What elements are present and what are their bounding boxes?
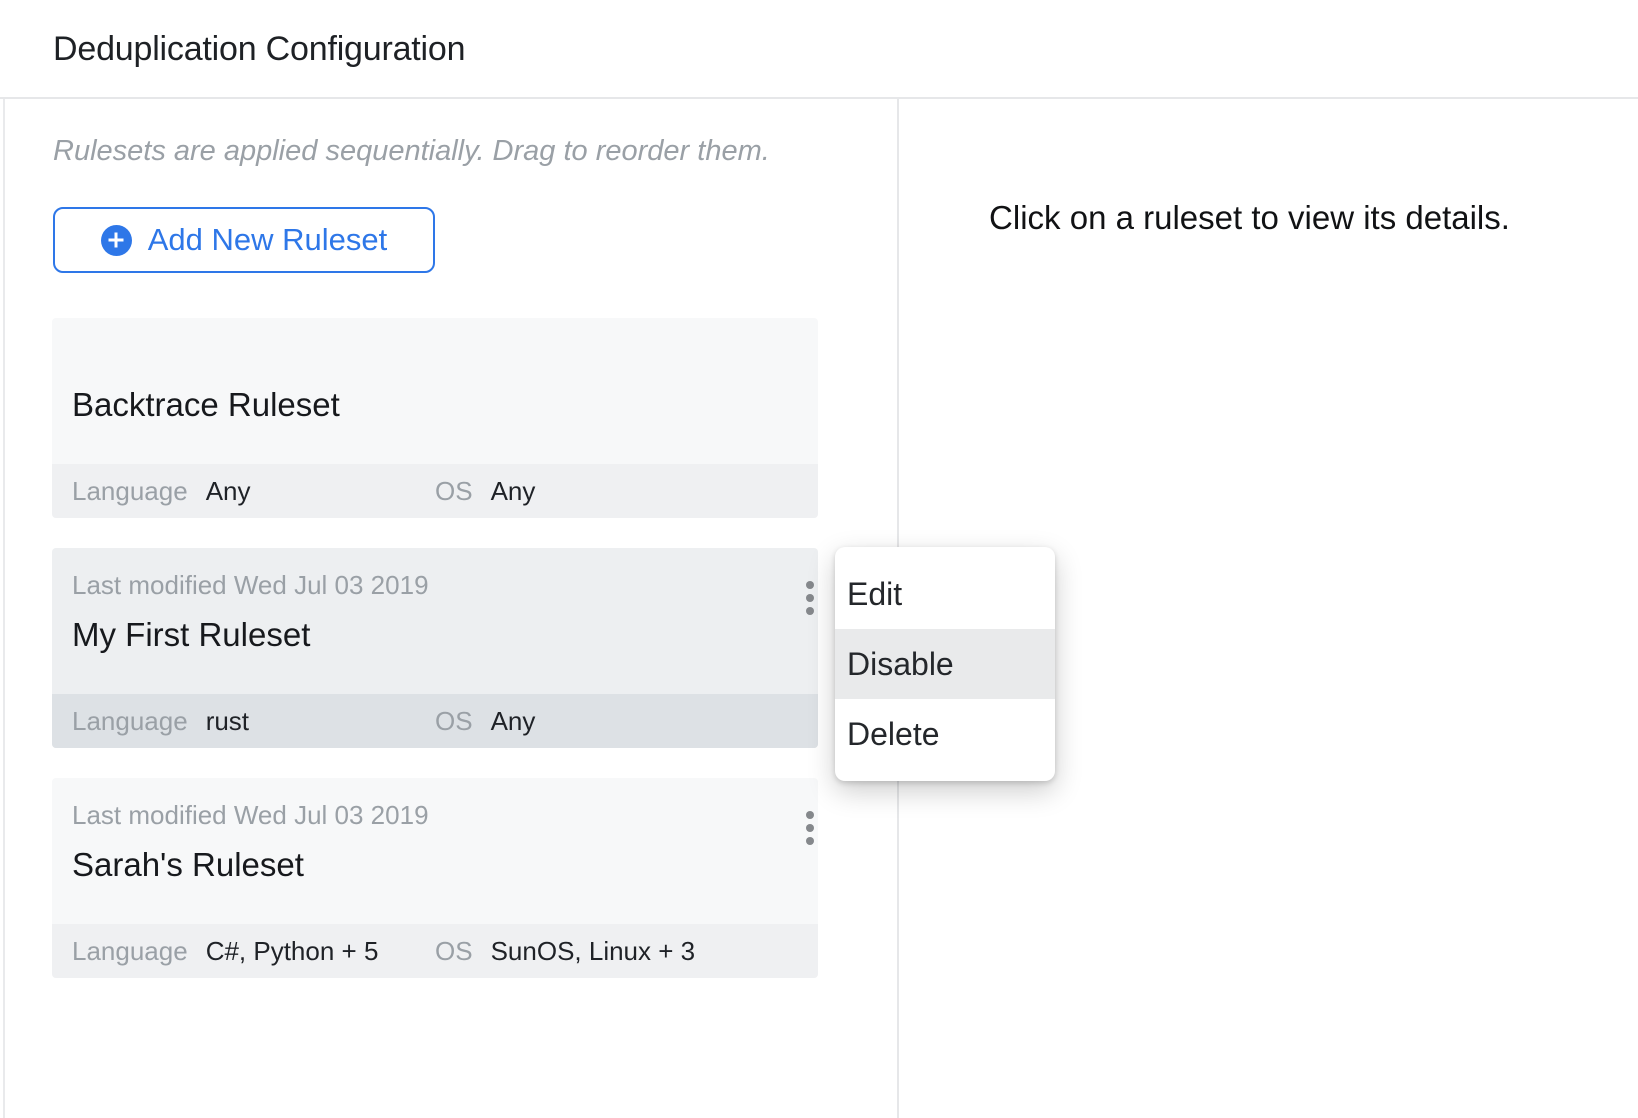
kebab-dot [806,594,814,602]
ruleset-title: Backtrace Ruleset [72,384,340,426]
page-title: Deduplication Configuration [53,28,465,70]
plus-icon [101,225,132,256]
add-new-ruleset-button[interactable]: Add New Ruleset [53,207,435,273]
kebab-dot [806,824,814,832]
ruleset-title: Sarah's Ruleset [72,844,304,886]
add-new-ruleset-label: Add New Ruleset [148,222,388,258]
detail-placeholder-text: Click on a ruleset to view its details. [899,199,1600,237]
context-menu-item-disable[interactable]: Disable [835,629,1055,699]
more-options-button[interactable] [802,798,818,858]
ruleset-card-sarahs[interactable]: Last modified Wed Jul 03 2019 Sarah's Ru… [52,778,818,978]
kebab-vertical-icon [806,581,814,615]
os-label: OS [435,706,473,737]
kebab-dot [806,581,814,589]
page-header: Deduplication Configuration [0,0,1638,99]
ruleset-last-modified: Last modified Wed Jul 03 2019 [72,799,429,831]
os-label: OS [435,476,473,507]
language-field: Language C#, Python + 5 [52,936,435,967]
language-label: Language [72,476,188,507]
language-value: rust [206,706,249,737]
ruleset-last-modified: Last modified Wed Jul 03 2019 [72,569,429,601]
os-value: Any [491,706,536,737]
reorder-note: Rulesets are applied sequentially. Drag … [53,135,770,168]
context-menu: Edit Disable Delete [835,547,1055,781]
os-value: Any [491,476,536,507]
os-value: SunOS, Linux + 3 [491,936,696,967]
language-field: Language rust [52,706,435,737]
kebab-dot [806,607,814,615]
more-options-button[interactable] [802,568,818,628]
kebab-dot [806,837,814,845]
ruleset-title: My First Ruleset [72,614,310,656]
context-menu-item-delete[interactable]: Delete [835,699,1055,769]
context-menu-item-edit[interactable]: Edit [835,559,1055,629]
ruleset-card-backtrace[interactable]: Backtrace Ruleset Language Any OS Any [52,318,818,518]
os-field: OS SunOS, Linux + 3 [435,936,818,967]
os-field: OS Any [435,706,818,737]
language-value: Any [206,476,251,507]
ruleset-card-footer: Language C#, Python + 5 OS SunOS, Linux … [52,924,818,978]
ruleset-card-my-first[interactable]: Last modified Wed Jul 03 2019 My First R… [52,548,818,748]
kebab-vertical-icon [806,811,814,845]
language-label: Language [72,936,188,967]
rulesets-panel: Rulesets are applied sequentially. Drag … [5,99,897,1118]
language-value: C#, Python + 5 [206,936,379,967]
ruleset-card-footer: Language rust OS Any [52,694,818,748]
os-label: OS [435,936,473,967]
os-field: OS Any [435,476,818,507]
kebab-dot [806,811,814,819]
language-label: Language [72,706,188,737]
ruleset-card-footer: Language Any OS Any [52,464,818,518]
language-field: Language Any [52,476,435,507]
